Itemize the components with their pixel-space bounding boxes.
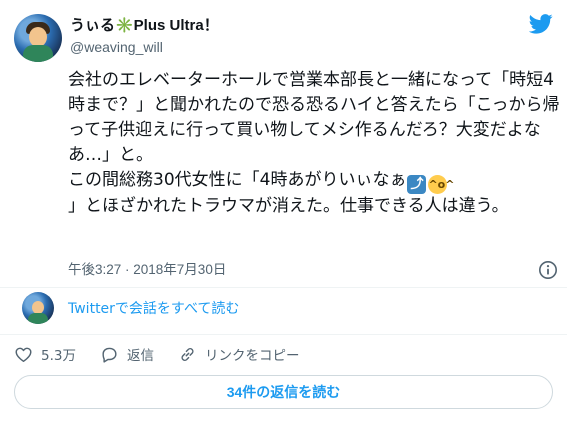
divider [0,287,567,288]
laughing-face-emoji: ^o^ [428,175,454,194]
read-replies-button[interactable]: 34件の返信を読む [14,375,553,409]
tweet-text-part2: 」とほざかれたトラウマが消えた。仕事できる人は違う。 [68,196,509,216]
author-avatar[interactable] [14,14,62,62]
tweet-meta: 午後3:27 · 2018年7月30日 [68,259,558,281]
copy-link-label: リンクをコピー [204,348,300,364]
like-action[interactable]: 5.3万 [14,344,76,364]
tweet-text-part1: 会社のエレベーターホールで営業本部長と一緒になって「時短4時まで？」と聞かれたの… [68,70,560,190]
like-count: 5.3万 [41,348,76,364]
divider [0,334,567,335]
author-handle[interactable]: @weaving_will [70,37,219,57]
tweet-timestamp[interactable]: 午後3:27 · 2018年7月30日 [68,262,226,277]
reply-label: 返信 [126,348,154,364]
tweet-actions: 5.3万 返信 リンクをコピー [14,342,323,366]
twitter-bird-icon[interactable] [529,14,553,34]
embedded-tweet-card: うぃる✳️Plus Ultra！ @weaving_will 会社のエレベーター… [0,0,567,422]
reply-action[interactable]: 返信 [100,344,154,364]
author-info[interactable]: うぃる✳️Plus Ultra！ @weaving_will [70,16,219,57]
read-conversation-link[interactable]: Twitterで会話をすべて読む [68,299,239,319]
copy-link-action[interactable]: リンクをコピー [178,344,300,364]
info-icon[interactable] [538,260,558,280]
author-display-name[interactable]: うぃる✳️Plus Ultra！ [70,16,219,36]
speech-bubble-icon [102,347,117,363]
arrow-upper-right-emoji: ⤴ [407,175,427,194]
link-icon [181,347,194,361]
thread-avatar[interactable] [22,292,54,324]
tweet-body: 会社のエレベーターホールで営業本部長と一緒になって「時短4時まで？」と聞かれたの… [68,68,560,219]
heart-icon [15,347,32,362]
